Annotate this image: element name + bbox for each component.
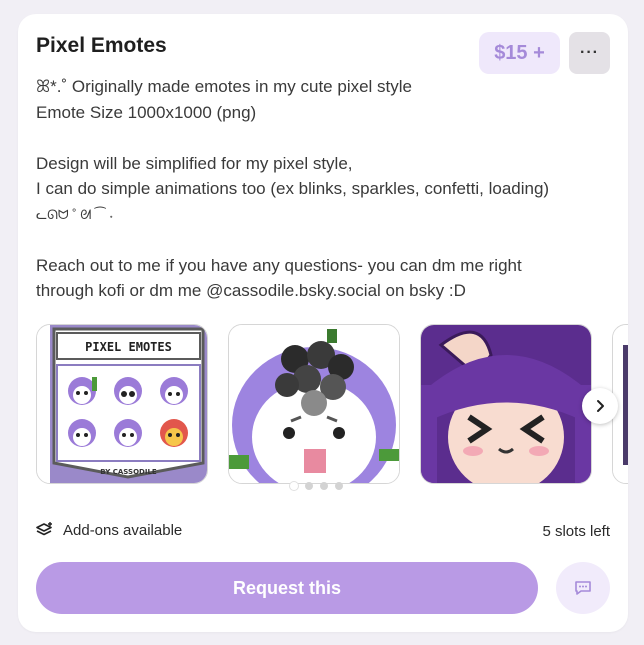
- purple-hair-emote-image: [421, 325, 591, 483]
- gallery-thumb-emote-sheet[interactable]: PIXEL EMOTES BY CASSODILE: [36, 324, 208, 484]
- listing-card: Pixel Emotes $15 + ··· ꕤ*.˚ Originally m…: [18, 14, 628, 632]
- emote-sheet-image: PIXEL EMOTES BY CASSODILE: [37, 325, 207, 483]
- image-gallery[interactable]: PIXEL EMOTES BY CASSODILE: [36, 324, 628, 484]
- description-line: I can do simple animations too (ex blink…: [36, 179, 550, 198]
- sheet-credit: BY CASSODILE: [100, 468, 157, 476]
- description-line: ᓚᘏᗢ ˚ ᘛ ⁀ ˖: [36, 206, 114, 222]
- gallery-thumb-grape-emote[interactable]: [228, 324, 400, 484]
- price-badge: $15 +: [479, 32, 560, 74]
- grape-emote-image: [229, 325, 399, 483]
- layers-plus-icon: [36, 522, 52, 536]
- more-options-button[interactable]: ···: [569, 32, 610, 74]
- gallery-next-button[interactable]: [582, 388, 618, 424]
- chevron-right-icon: [597, 400, 604, 412]
- addons-label: Add-ons available: [63, 521, 183, 539]
- chat-button[interactable]: [556, 562, 610, 614]
- chat-bubble-icon: [575, 581, 591, 595]
- listing-description: ꕤ*.˚ Originally made emotes in my cute p…: [36, 74, 611, 304]
- gallery-pagination: [290, 482, 343, 490]
- listing-title: Pixel Emotes: [36, 34, 167, 57]
- sheet-title: PIXEL EMOTES: [85, 340, 172, 354]
- request-button[interactable]: Request this: [36, 562, 538, 614]
- gallery-thumb-purple-hair-emote[interactable]: [420, 324, 592, 484]
- gallery-dot[interactable]: [305, 482, 313, 490]
- gallery-dot[interactable]: [320, 482, 328, 490]
- description-line: Design will be simplified for my pixel s…: [36, 153, 353, 173]
- description-line: ꕤ*.˚ Originally made emotes in my cute p…: [36, 77, 412, 96]
- slots-remaining: 5 slots left: [542, 523, 610, 540]
- description-line: Emote Size 1000x1000 (png): [36, 102, 257, 122]
- gallery-dot[interactable]: [290, 482, 298, 490]
- gallery-dot[interactable]: [335, 482, 343, 490]
- description-line: Reach out to me if you have any question…: [36, 255, 522, 275]
- addons-indicator: Add-ons available: [36, 521, 182, 539]
- description-line: through kofi or dm me @cassodile.bsky.so…: [36, 281, 466, 300]
